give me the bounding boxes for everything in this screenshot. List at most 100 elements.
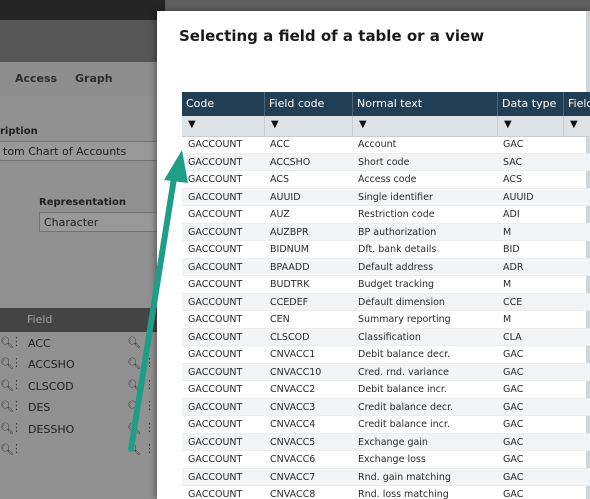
cell-code: GACCOUNT xyxy=(188,139,243,150)
cell-data-type: M xyxy=(503,314,512,325)
cell-field-code: CCEDEF xyxy=(270,296,309,308)
cell-normal-text: Default dimension xyxy=(358,296,445,308)
table-row[interactable]: GACCOUNT AUUID Single identifier AUUID xyxy=(182,188,590,206)
cell-normal-text: Summary reporting xyxy=(358,314,451,325)
table-row[interactable]: GACCOUNT ACS Access code ACS xyxy=(182,171,590,189)
column-header-field-code[interactable]: Field code xyxy=(265,92,353,116)
funnel-icon[interactable]: ▼ xyxy=(188,119,196,130)
cell-normal-text: Account xyxy=(358,139,397,150)
cell-code: GACCOUNT xyxy=(188,156,243,168)
table-row[interactable]: GACCOUNT CCEDEF Default dimension CCE xyxy=(182,293,590,311)
cell-normal-text: Credit balance incr. xyxy=(358,419,450,430)
cell-data-type: M xyxy=(503,279,512,290)
grid-filter-row: ▼ ▼ ▼ ▼ ▼ xyxy=(182,116,590,137)
filter-cell[interactable]: ▼ xyxy=(265,116,353,136)
grid-header: Code Field code Normal text Data type Fi… xyxy=(182,92,590,116)
cell-code: GACCOUNT xyxy=(188,454,243,465)
filter-cell[interactable]: ▼ xyxy=(564,116,590,136)
cell-code: GACCOUNT xyxy=(188,489,243,499)
column-header-data-type[interactable]: Data type xyxy=(498,92,564,116)
cell-code: GACCOUNT xyxy=(188,384,243,395)
table-row[interactable]: GACCOUNT ACC Account GAC xyxy=(182,136,590,154)
cell-code: GACCOUNT xyxy=(188,209,243,220)
cell-data-type: GAC xyxy=(503,489,524,499)
table-row[interactable]: GACCOUNT CEN Summary reporting M xyxy=(182,311,590,329)
cell-code: GACCOUNT xyxy=(188,174,243,185)
cell-field-code: AUUID xyxy=(270,191,301,203)
cell-normal-text: Restriction code xyxy=(358,209,435,220)
cell-code: GACCOUNT xyxy=(188,436,243,448)
cell-field-code: CNVACC2 xyxy=(270,384,316,395)
column-header-field[interactable]: Field xyxy=(564,92,590,116)
cell-code: GACCOUNT xyxy=(188,261,243,273)
cell-normal-text: Exchange loss xyxy=(358,454,426,465)
cell-normal-text: Short code xyxy=(358,156,410,168)
table-row[interactable]: GACCOUNT CNVACC5 Exchange gain GAC xyxy=(182,433,590,451)
table-row[interactable]: GACCOUNT BIDNUM Dft. bank details BID xyxy=(182,241,590,259)
cell-field-code: CNVACC8 xyxy=(270,489,316,499)
table-row[interactable]: GACCOUNT CNVACC6 Exchange loss GAC xyxy=(182,451,590,469)
table-row[interactable]: GACCOUNT ACCSHO Short code SAC xyxy=(182,153,590,171)
table-row[interactable]: GACCOUNT AUZBPR BP authorization M xyxy=(182,223,590,241)
table-row[interactable]: GACCOUNT CLSCOD Classification CLA xyxy=(182,328,590,346)
table-row[interactable]: GACCOUNT AUZ Restriction code ADI xyxy=(182,206,590,224)
table-row[interactable]: GACCOUNT CNVACC3 Credit balance decr. GAC xyxy=(182,398,590,416)
cell-data-type: ADI xyxy=(503,209,520,220)
funnel-icon[interactable]: ▼ xyxy=(271,119,279,130)
cell-data-type: GAC xyxy=(503,349,524,360)
table-row[interactable]: GACCOUNT BUDTRK Budget tracking M xyxy=(182,276,590,294)
cell-normal-text: Debit balance decr. xyxy=(358,349,451,360)
cell-data-type: GAC xyxy=(503,366,524,378)
cell-normal-text: Budget tracking xyxy=(358,279,435,290)
funnel-icon[interactable]: ▼ xyxy=(570,119,578,130)
filter-cell[interactable]: ▼ xyxy=(353,116,498,136)
table-row[interactable]: GACCOUNT CNVACC8 Rnd. loss matching GAC xyxy=(182,486,590,499)
filter-cell[interactable]: ▼ xyxy=(498,116,564,136)
cell-normal-text: Single identifier xyxy=(358,191,433,203)
cell-normal-text: Classification xyxy=(358,331,421,343)
cell-code: GACCOUNT xyxy=(188,401,243,413)
cell-normal-text: BP authorization xyxy=(358,226,437,238)
cell-field-code: ACC xyxy=(270,139,290,150)
cell-data-type: AUUID xyxy=(503,191,534,203)
cell-code: GACCOUNT xyxy=(188,226,243,238)
funnel-icon[interactable]: ▼ xyxy=(504,119,512,130)
cell-data-type: CCE xyxy=(503,296,523,308)
cell-normal-text: Credit balance decr. xyxy=(358,401,454,413)
cell-data-type: M xyxy=(503,226,512,238)
cell-field-code: CNVACC7 xyxy=(270,471,316,483)
cell-field-code: CNVACC1 xyxy=(270,349,316,360)
column-header-code[interactable]: Code xyxy=(182,92,265,116)
cell-code: GACCOUNT xyxy=(188,419,243,430)
dialog-title: Selecting a field of a table or a view xyxy=(179,27,485,45)
cell-field-code: BUDTRK xyxy=(270,279,310,290)
funnel-icon[interactable]: ▼ xyxy=(359,119,367,130)
cell-normal-text: Rnd. gain matching xyxy=(358,471,451,483)
cell-data-type: CLA xyxy=(503,331,522,343)
table-row[interactable]: GACCOUNT CNVACC10 Cred. rnd. variance GAC xyxy=(182,363,590,381)
cell-normal-text: Default address xyxy=(358,261,434,273)
cell-data-type: SAC xyxy=(503,156,523,168)
cell-data-type: GAC xyxy=(503,436,524,448)
cell-code: GACCOUNT xyxy=(188,244,243,255)
table-row[interactable]: GACCOUNT CNVACC7 Rnd. gain matching GAC xyxy=(182,468,590,486)
table-row[interactable]: GACCOUNT CNVACC4 Credit balance incr. GAC xyxy=(182,416,590,434)
cell-field-code: CNVACC10 xyxy=(270,366,322,378)
table-row[interactable]: GACCOUNT CNVACC1 Debit balance decr. GAC xyxy=(182,346,590,364)
cell-code: GACCOUNT xyxy=(188,314,243,325)
cell-field-code: BIDNUM xyxy=(270,244,309,255)
cell-field-code: BPAADD xyxy=(270,261,310,273)
filter-cell[interactable]: ▼ xyxy=(182,116,265,136)
cell-field-code: CLSCOD xyxy=(270,331,310,343)
column-header-normal-text[interactable]: Normal text xyxy=(353,92,498,116)
table-row[interactable]: GACCOUNT CNVACC2 Debit balance incr. GAC xyxy=(182,381,590,399)
cell-code: GACCOUNT xyxy=(188,191,243,203)
cell-data-type: ADR xyxy=(503,261,524,273)
cell-normal-text: Debit balance incr. xyxy=(358,384,447,395)
field-selection-dialog: Selecting a field of a table or a view C… xyxy=(157,11,590,499)
cell-normal-text: Dft. bank details xyxy=(358,244,437,255)
cell-code: GACCOUNT xyxy=(188,296,243,308)
cell-code: GACCOUNT xyxy=(188,366,243,378)
cell-code: GACCOUNT xyxy=(188,471,243,483)
table-row[interactable]: GACCOUNT BPAADD Default address ADR xyxy=(182,258,590,276)
